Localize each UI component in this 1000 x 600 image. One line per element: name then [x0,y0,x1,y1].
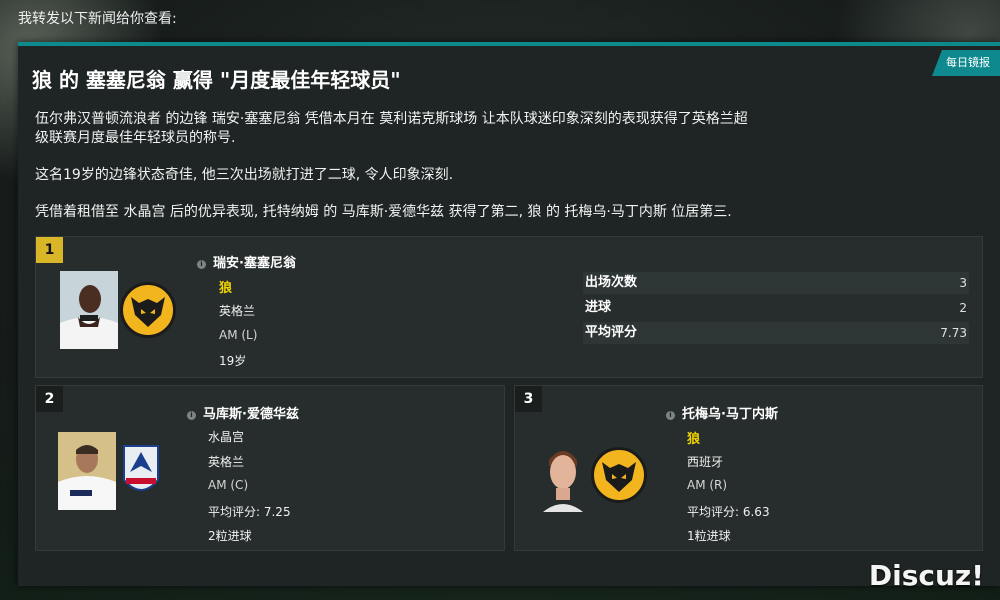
stat-value: 2 [959,301,967,315]
crystal-palace-crest-icon [120,442,162,500]
second-place-card: 2 i 马库斯·爱德华兹 水晶宫 英格兰 AM (C) 平均评分: 7.25 2粒… [35,385,505,551]
rank-badge: 3 [515,386,542,412]
rank-badge: 1 [36,237,63,263]
wolves-crest-icon [591,447,647,503]
news-body: 伍尔弗汉普顿流浪者 的边锋 瑞安·塞塞尼翁 凭借本月在 莫利诺克斯球场 让本队球… [35,110,755,240]
news-paragraph: 这名19岁的边锋状态奇佳, 他三次出场就打进了二球, 令人印象深刻. [35,167,454,183]
news-panel: 每日镜报 狼 的 塞塞尼翁 赢得 "月度最佳年轻球员" 伍尔弗汉普顿流浪者 的边… [18,42,1000,586]
player-name[interactable]: i 马库斯·爱德华兹 [187,403,299,422]
player-age: 19岁 [219,354,247,368]
player-photo[interactable] [58,432,116,510]
player-nation: 英格兰 [208,455,245,469]
player-name[interactable]: i 托梅乌·马丁内斯 [666,403,778,422]
stat-row-appearances: 出场次数 3 [583,272,969,294]
stat-row-goals: 进球 2 [583,297,969,319]
player-goals: 1粒进球 [687,529,731,543]
news-source-badge: 每日镜报 [932,50,1000,76]
player-name-text[interactable]: 马库斯·爱德华兹 [203,407,299,422]
player-club[interactable]: 水晶宫 [208,428,244,445]
stat-label: 平均评分 [585,325,638,340]
forum-watermark: Discuz! [868,559,984,592]
player-position: AM (C) [208,478,249,492]
player-club[interactable]: 狼 [219,277,232,296]
player-club[interactable]: 狼 [687,428,700,447]
forward-message-intro: 我转发以下新闻给你查看: [18,11,177,27]
player-rating: 平均评分: 7.25 [208,505,291,519]
player-name[interactable]: i 瑞安·塞塞尼翁 [197,252,296,271]
info-icon[interactable]: i [197,260,206,269]
player-photo[interactable] [539,440,587,512]
player-name-text[interactable]: 托梅乌·马丁内斯 [682,407,778,422]
rank-badge: 2 [36,386,63,412]
player-position: AM (R) [687,478,728,492]
player-nation: 英格兰 [219,304,256,318]
third-place-card: 3 i 托梅乌·马丁内斯 狼 西班牙 AM (R) 平均评分: 6.63 1粒进球 [514,385,983,551]
player-goals: 2粒进球 [208,529,252,543]
news-headline: 狼 的 塞塞尼翁 赢得 "月度最佳年轻球员" [32,68,401,92]
info-icon[interactable]: i [187,411,196,420]
player-rating: 平均评分: 6.63 [687,505,770,519]
stat-row-average-rating: 平均评分 7.73 [583,322,969,344]
player-nation: 西班牙 [687,455,724,469]
player-position: AM (L) [219,328,258,342]
stat-label: 出场次数 [585,275,638,290]
player-photo[interactable] [60,271,118,349]
player-name-text[interactable]: 瑞安·塞塞尼翁 [213,256,296,271]
winner-card: 1 i 瑞安·塞塞尼翁 狼 英格兰 AM (L) 19岁 出场次数 3 进球 2… [35,236,983,378]
stat-value: 3 [959,276,967,290]
wolves-crest-icon [120,282,176,338]
stat-label: 进球 [585,300,612,315]
stat-value: 7.73 [940,326,967,340]
info-icon[interactable]: i [666,411,675,420]
news-paragraph: 伍尔弗汉普顿流浪者 的边锋 瑞安·塞塞尼翁 凭借本月在 莫利诺克斯球场 让本队球… [35,111,748,146]
news-paragraph: 凭借着租借至 水晶宫 后的优异表现, 托特纳姆 的 马库斯·爱德华兹 获得了第二… [35,204,732,220]
